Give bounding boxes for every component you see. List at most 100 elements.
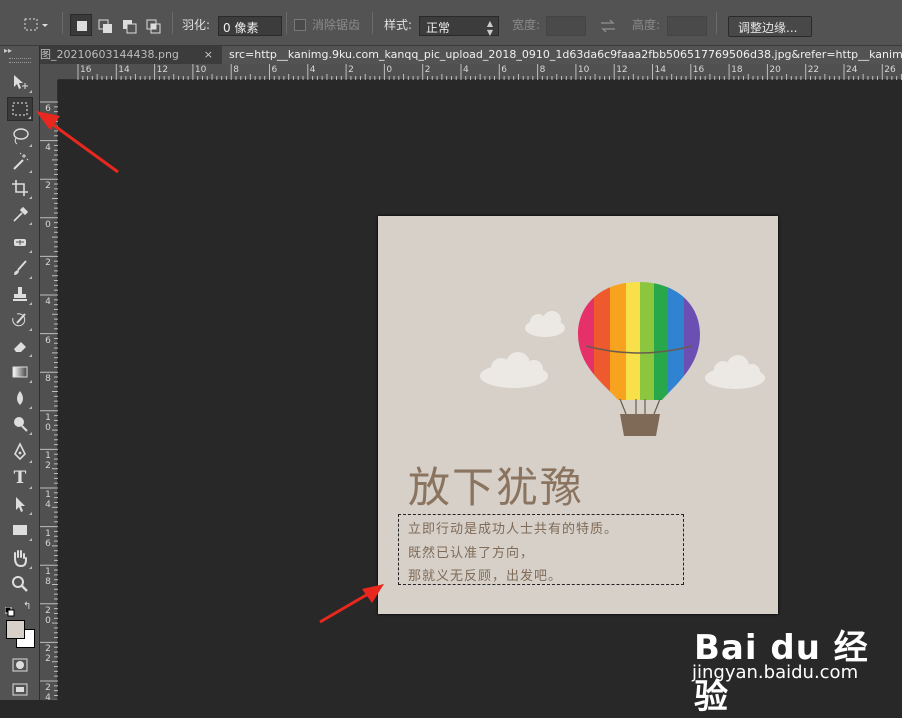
baidu-jingyan-watermark: Bai du 经验 jingyan.baidu.com [692,620,892,717]
dodge-tool-icon[interactable] [7,412,33,436]
panel-grip[interactable] [9,58,31,63]
ruler-h-label: 16 [80,65,92,75]
zoom-tool-icon[interactable] [7,572,33,596]
width-input[interactable] [546,16,586,36]
tab-screenshot[interactable]: 截图_20210603144438.png × [40,46,219,64]
ruler-h-label: 6 [501,65,508,75]
document-tabs: 截图_20210603144438.png × src=http__kanimg… [40,46,902,64]
history-brush-tool-icon[interactable] [7,308,33,332]
panel-collapse-icon[interactable]: ▸▸ [4,46,12,55]
marquee-preset-icon[interactable] [20,14,50,36]
height-input[interactable] [667,16,707,36]
clone-stamp-tool-icon[interactable] [7,282,33,306]
ruler-v-label: 1 0 [45,412,51,433]
cloud-icon [525,311,565,337]
refine-edge-button[interactable]: 调整边缘... [728,16,812,37]
style-select[interactable]: 正常 ▲ ▼ [419,16,499,37]
ruler-v-label: 6 [45,335,51,346]
ruler-h-label: 12 [616,65,628,75]
ruler-origin[interactable] [40,64,58,80]
ruler-h-label: 26 [884,65,896,75]
feather-label: 羽化: [182,18,211,32]
ruler-h-label: 4 [309,65,316,75]
blur-tool-icon[interactable] [7,386,33,410]
ruler-h-label: 0 [386,65,393,75]
foreground-color-swatch[interactable] [6,620,25,639]
ruler-h-label: 6 [271,65,278,75]
ruler-h-label: 22 [807,65,820,75]
quick-mask-icon[interactable] [7,653,33,677]
ruler-h-label: 10 [577,65,590,75]
eraser-tool-icon[interactable] [7,334,33,358]
tab-active-image-label: src=http__kanimg.9ku.com_kanqq_pic_uploa… [229,48,902,61]
rectangle-tool-icon[interactable] [7,518,33,542]
antialias-label: 消除锯齿 [312,18,361,32]
ruler-v-label: 8 [45,374,51,385]
poster-title: 放下犹豫 [408,463,585,512]
type-tool-icon[interactable]: T [7,466,33,490]
ruler-h-label: 4 [463,65,469,75]
ruler-h-label: 24 [846,65,858,75]
eyedropper-tool-icon[interactable] [7,202,33,226]
hand-tool-icon[interactable] [7,546,33,570]
subtract-selection-icon[interactable] [118,14,140,36]
antialias-checkbox[interactable] [294,19,306,31]
ruler-h-label: 10 [194,65,207,75]
ruler-v-label: 2 [45,258,51,269]
chevron-updown-icon: ▲ ▼ [486,19,493,37]
tab-active-image[interactable]: src=http__kanimg.9ku.com_kanqq_pic_uploa… [222,46,902,64]
swap-icon[interactable] [598,18,618,34]
ruler-h-label: 2 [348,65,354,75]
screen-mode-icon[interactable] [7,678,33,702]
ruler-v-label: 1 6 [45,528,51,549]
ruler-h-label: 8 [539,65,546,75]
ruler-v-label: 6 [45,104,51,114]
ruler-v-label: 4 [45,297,51,307]
default-colors-icon[interactable] [4,602,15,617]
ruler-h-label: 16 [692,65,705,75]
swap-colors-icon[interactable]: ↰ [23,601,31,612]
watermark-url: jingyan.baidu.com [692,662,859,683]
healing-brush-tool-icon[interactable] [7,230,33,254]
ruler-h-label: 20 [769,65,781,75]
magic-wand-tool-icon[interactable] [7,150,33,174]
ruler-v-label: 2 [45,181,51,192]
vertical-ruler[interactable]: 6 4 2 0 2 4 6 8 1 0 1 2 1 4 1 6 1 8 2 0 2 2 2 4 [40,80,58,703]
options-bar: 羽化: 0 像素 消除锯齿 样式: 正常 ▲ ▼ 宽度: 高度: 调整边缘... [0,0,902,46]
ruler-v-label: 0 [45,219,51,230]
ruler-v-label: 2 2 [45,644,51,665]
path-selection-tool-icon[interactable] [7,492,33,516]
height-label: 高度: [632,18,661,32]
pen-tool-icon[interactable] [7,440,33,464]
cloud-icon [705,355,765,389]
tab-screenshot-label: 截图_20210603144438.png [40,48,179,61]
intersect-selection-icon[interactable] [142,14,164,36]
ruler-v-label: 2 4 [45,683,51,703]
ruler-h-label: 12 [156,65,169,75]
ruler-v-label: 4 [45,142,51,153]
ruler-v-label: 1 2 [45,451,51,472]
ruler-h-label: 18 [731,65,743,75]
ruler-v-label: 2 0 [45,605,51,626]
poster-line: 立即行动是成功人士共有的特质。 [408,522,619,537]
move-tool-icon[interactable] [7,70,33,94]
ruler-v-label: 1 4 [45,490,51,510]
poster-line: 那就义无反顾，出发吧。 [408,569,563,584]
brush-tool-icon[interactable] [7,256,33,280]
style-label: 样式: [384,18,413,32]
new-selection-icon[interactable] [70,14,92,36]
ruler-h-label: 14 [654,65,666,75]
close-icon[interactable]: × [204,46,213,64]
poster-line: 既然已认准了方向， [408,546,535,561]
horizontal-ruler[interactable]: 16 14 12 10 8 6 4 2 0 2 4 6 8 10 12 14 16 18 20 22 24 26 [58,64,902,80]
gradient-tool-icon[interactable] [7,360,33,384]
document-image[interactable]: 放下犹豫 立即行动是成功人士共有的特质。 既然已认准了方向， 那就义无反顾，出发… [378,216,778,614]
lasso-tool-icon[interactable] [7,124,33,148]
add-selection-icon[interactable] [94,14,116,36]
feather-input[interactable]: 0 像素 [218,16,282,36]
crop-tool-icon[interactable] [7,176,33,200]
ruler-h-label: 8 [233,65,239,75]
ruler-v-label: 1 8 [45,567,51,588]
ruler-h-label: 14 [118,65,130,75]
rectangular-marquee-tool-icon[interactable] [7,97,33,121]
